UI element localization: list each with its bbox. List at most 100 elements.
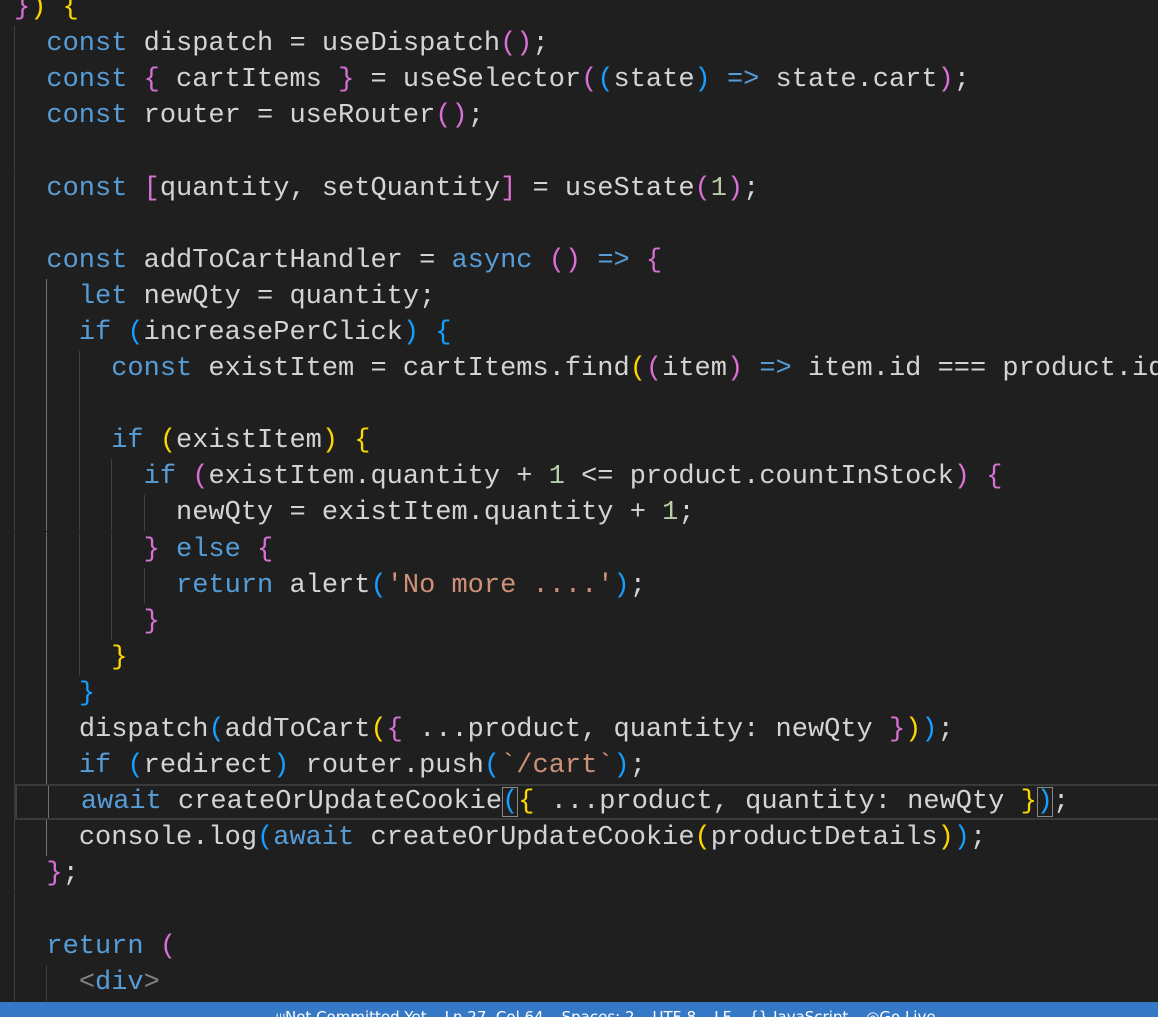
code-token: ...product, quantity: newQty — [534, 787, 1021, 818]
code-token: alert — [273, 570, 371, 601]
bracket-token: ( — [127, 317, 144, 348]
code-line[interactable]: const existItem = cartItems.find((item) … — [14, 351, 1158, 387]
code-token: ; — [1053, 787, 1070, 818]
indent-guide — [78, 423, 80, 460]
keyword-token: else — [176, 534, 241, 565]
code-token: quantity, setQuantity — [159, 173, 501, 204]
code-line[interactable]: return alert('No more ....'); — [14, 567, 646, 604]
code-token: ...product, quantity: newQty — [402, 715, 889, 745]
keyword-token: => — [759, 354, 792, 384]
code-line[interactable]: } — [14, 639, 128, 676]
code-line[interactable]: console.log(await createOrUpdateCookie(p… — [14, 820, 986, 857]
keyword-token: => — [597, 245, 630, 276]
git-blame-item[interactable]: ⍦ Not Committed Yet — [276, 1008, 427, 1017]
code-line[interactable]: }; — [14, 856, 79, 893]
keyword-token: => — [726, 65, 760, 96]
code-line[interactable]: } — [14, 603, 160, 640]
indent-guide — [14, 495, 15, 532]
go-live-button[interactable]: ◎ Go Live — [866, 1008, 935, 1017]
code-token: state — [613, 65, 695, 96]
keyword-token: async — [451, 245, 533, 276]
indent-guide — [46, 820, 48, 857]
encoding[interactable]: UTF-8 — [653, 1008, 697, 1017]
code-token: existItem — [176, 426, 322, 457]
code-line[interactable]: dispatch(addToCart({ ...product, quantit… — [14, 712, 954, 748]
code-line[interactable]: return ( — [14, 928, 176, 965]
code-token: ; — [629, 751, 646, 782]
code-line[interactable]: } else { — [14, 531, 273, 568]
indent-guide — [14, 134, 15, 171]
code-token: <= product.countInStock — [564, 462, 954, 493]
git-commit-icon: ⍦ — [276, 1008, 286, 1017]
bracket-token: ( — [502, 787, 519, 818]
code-token: ; — [953, 65, 970, 96]
code-token: console.log — [78, 823, 258, 854]
code-line[interactable]: <div> — [14, 964, 160, 1001]
code-line[interactable]: const addToCartHandler = async () => { — [14, 242, 662, 279]
cursor-position[interactable]: Ln 27, Col 64 — [445, 1008, 544, 1017]
bracket-token: ) — [953, 823, 970, 854]
code-line[interactable]: const [quantity, setQuantity] = useState… — [14, 170, 759, 207]
indent-guide — [46, 964, 48, 1001]
code-line[interactable]: let newQty = quantity; — [14, 278, 435, 315]
bracket-token: } — [888, 715, 906, 745]
indent-guide — [78, 459, 80, 496]
code-token: item.id === product.id — [791, 354, 1158, 384]
code-token: 1 — [710, 173, 727, 204]
code-token: ; — [678, 498, 695, 529]
code-token: createOrUpdateCookie — [161, 787, 503, 818]
code-token: ; — [467, 101, 484, 132]
code-line[interactable]: if (existItem) { — [14, 423, 370, 460]
code-token: 1 — [662, 498, 679, 529]
code-line[interactable]: if (redirect) router.push(`/cart`); — [14, 748, 646, 785]
bracket-token: ) — [321, 426, 339, 457]
bracket-token: ( — [192, 462, 209, 493]
bracket-token: ) — [905, 715, 922, 745]
bracket-token: } — [1020, 787, 1037, 818]
code-line[interactable]: const dispatch = useDispatch(); — [14, 26, 549, 63]
bracket-token: ) — [451, 101, 468, 132]
code-token: ; — [937, 715, 954, 745]
code-line[interactable]: if (increasePerClick) { — [14, 314, 451, 351]
code-token: router = useRouter — [127, 101, 436, 132]
indentation[interactable]: Spaces: 2 — [562, 1008, 635, 1017]
language-mode[interactable]: {} JavaScript — [749, 1008, 848, 1017]
bracket-token: } — [78, 678, 96, 709]
indent-guide — [46, 675, 48, 712]
code-line[interactable]: } — [14, 675, 96, 712]
code-line[interactable]: const { cartItems } = useSelector((state… — [14, 62, 970, 99]
code-token: addToCartHandler = — [127, 245, 452, 276]
keyword-token: if — [78, 317, 112, 348]
indent-guide — [78, 495, 80, 532]
code-line[interactable]: await createOrUpdateCookie({ ...product,… — [14, 784, 1158, 821]
keyword-token: return — [176, 570, 274, 601]
bracket-token: [ — [143, 173, 160, 204]
bracket-token: { — [518, 787, 535, 818]
bracket-token: ) — [726, 173, 744, 204]
end-of-line[interactable]: LF — [714, 1008, 731, 1017]
code-token: newQty = existItem.quantity + — [176, 498, 663, 529]
code-token: existItem.quantity + — [208, 462, 549, 493]
keyword-token: const — [46, 245, 128, 276]
code-line[interactable]: newQty = existItem.quantity + 1; — [14, 495, 695, 532]
indent-guide — [48, 786, 50, 819]
code-token: 1 — [548, 462, 565, 493]
indent-guide — [78, 603, 80, 640]
indent-guide — [14, 459, 15, 496]
code-line[interactable]: }) { — [14, 0, 79, 26]
code-token: = useState — [516, 173, 695, 204]
code-editor[interactable]: }) { const dispatch = useDispatch(); con… — [0, 0, 1158, 1002]
bracket-token: ( — [581, 65, 598, 96]
code-token: increasePerClick — [143, 317, 403, 348]
indent-guide — [111, 603, 113, 640]
code-line[interactable]: const router = useRouter(); — [14, 98, 484, 135]
code-line[interactable]: if (existItem.quantity + 1 <= product.co… — [14, 459, 1002, 496]
bracket-token: ) — [402, 317, 420, 348]
bracket-token: } — [111, 642, 128, 673]
